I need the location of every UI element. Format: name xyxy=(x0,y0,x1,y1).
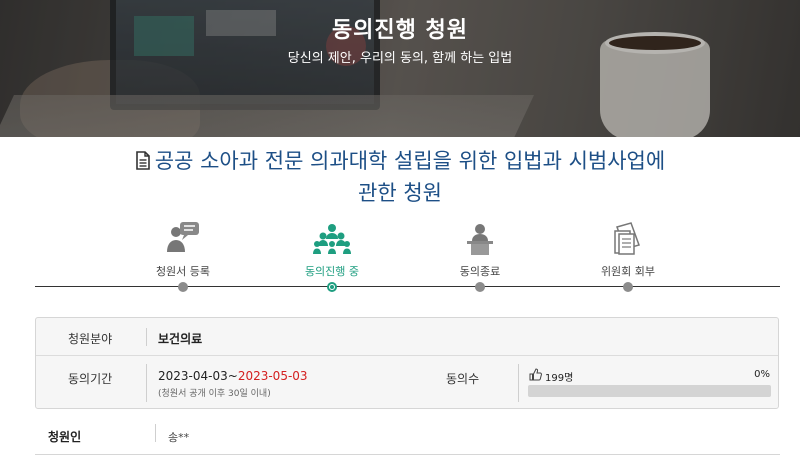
step-dot-committee xyxy=(623,282,633,292)
step-label-voting: 동의진행 중 xyxy=(304,265,360,278)
step-register: 청원서 등록 xyxy=(123,215,243,292)
votes-count-wrap: 199명 xyxy=(529,368,573,384)
petitioner-label: 청원인 xyxy=(48,430,82,444)
period-separator: ~ xyxy=(227,369,238,383)
petition-title: 공공 소아과 전문 의과대학 설립을 위한 입법과 시범사업에 관한 청원 xyxy=(90,146,710,208)
step-voting: 동의진행 중 xyxy=(272,215,392,292)
period-dates: 2023-04-03~2023-05-03 xyxy=(158,369,308,383)
votes-count: 199명 xyxy=(545,372,574,384)
thumbs-up-icon xyxy=(529,368,542,384)
votes-label: 동의수 xyxy=(446,372,480,386)
votes-progress-bar xyxy=(528,385,771,397)
petition-title-line2: 관한 청원 xyxy=(358,181,442,205)
period-start: 2023-04-03 xyxy=(158,369,228,383)
step-label-committee: 위원회 회부 xyxy=(600,265,656,278)
votes-percent: 0% xyxy=(754,369,770,380)
field-row: 청원분야 보건의료 xyxy=(36,318,778,356)
step-label-closed: 동의종료 xyxy=(459,265,501,278)
petition-info-box: 청원분야 보건의료 동의기간 2023-04-03~2023-05-03 (청원… xyxy=(35,317,779,409)
step-dot-voting xyxy=(327,282,337,292)
steps-timeline xyxy=(35,286,780,287)
podium-person-icon xyxy=(420,215,540,255)
period-end: 2023-05-03 xyxy=(237,369,308,383)
people-group-icon xyxy=(272,215,392,255)
step-closed: 동의종료 xyxy=(420,215,540,292)
document-icon xyxy=(135,148,151,178)
field-value: 보건의료 xyxy=(158,332,203,346)
petitioner-value: 송** xyxy=(168,431,190,444)
petition-title-line1: 공공 소아과 전문 의과대학 설립을 위한 입법과 시범사업에 xyxy=(154,149,666,173)
documents-stack-icon xyxy=(568,215,688,255)
page-subtitle: 당신의 제안, 우리의 동의, 함께 하는 입법 xyxy=(287,51,513,66)
step-dot-closed xyxy=(475,282,485,292)
step-label-register: 청원서 등록 xyxy=(155,265,211,278)
period-note: (청원서 공개 이후 30일 이내) xyxy=(158,389,271,399)
field-label: 청원분야 xyxy=(68,332,113,346)
period-label: 동의기간 xyxy=(68,372,113,386)
step-committee: 위원회 회부 xyxy=(568,215,688,292)
hero-banner: 동의진행 청원 당신의 제안, 우리의 동의, 함께 하는 입법 xyxy=(0,0,800,137)
register-icon xyxy=(123,215,243,255)
step-dot-register xyxy=(178,282,188,292)
page-title: 동의진행 청원 xyxy=(331,18,469,43)
